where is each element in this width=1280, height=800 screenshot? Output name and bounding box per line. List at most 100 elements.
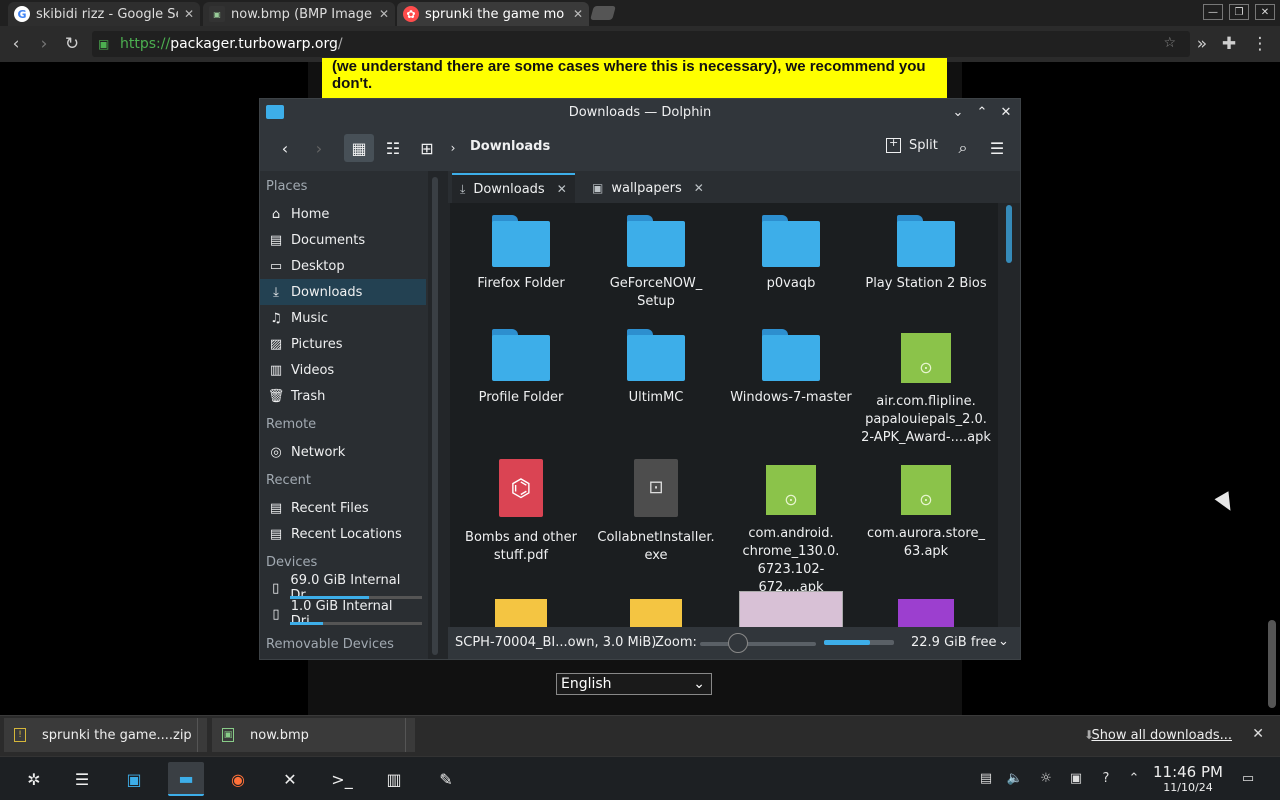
menu-icon[interactable]: ⋮ <box>1250 34 1270 54</box>
terminal-icon[interactable]: >_ <box>324 762 360 796</box>
file-item[interactable] <box>591 599 721 627</box>
new-tab-button[interactable] <box>590 6 616 20</box>
place-videos[interactable]: ▥ Videos <box>260 357 426 383</box>
breadcrumb-chevron-icon[interactable]: › <box>446 134 460 162</box>
show-desktop-icon[interactable]: ▭ <box>1240 770 1256 786</box>
file-item[interactable]: Profile Folder <box>456 329 586 407</box>
settings-icon[interactable]: ☰ <box>64 762 100 796</box>
file-item[interactable] <box>726 591 856 627</box>
place-pictures[interactable]: ▨ Pictures <box>260 331 426 357</box>
dolphin-task-icon[interactable]: ▬ <box>168 762 204 796</box>
places-scrollbar[interactable] <box>432 177 438 655</box>
chevron-down-icon[interactable]: ⌄ <box>998 634 1009 649</box>
close-tab-icon[interactable]: ✕ <box>557 182 567 196</box>
file-item[interactable]: UltimMC <box>591 329 721 407</box>
help-icon[interactable]: ? <box>1098 770 1114 786</box>
star-icon[interactable]: ☆ <box>1163 35 1176 51</box>
show-all-downloads-link[interactable]: Show all downloads... <box>1091 728 1232 743</box>
close-icon[interactable]: ✕ <box>379 7 389 21</box>
split-button[interactable]: Split <box>886 136 938 153</box>
browser-tab-google[interactable]: G skibidi rizz - Google Se ✕ <box>8 2 200 26</box>
store-icon[interactable]: ▣ <box>116 762 152 796</box>
place-recent-locations[interactable]: ▤ Recent Locations <box>260 521 426 547</box>
scrollbar-thumb[interactable] <box>1006 205 1012 263</box>
close-icon[interactable]: ✕ <box>573 7 583 21</box>
place-documents[interactable]: ▤ Documents <box>260 227 426 253</box>
address-bar[interactable]: ▣ https://packager.turbowarp.org / ☆ <box>92 31 1190 57</box>
brightness-icon[interactable]: ☼ <box>1038 770 1054 786</box>
file-item[interactable]: ⊙ com.aurora.store_ 63.apk <box>861 465 991 561</box>
firefox-icon[interactable]: ◉ <box>220 762 256 796</box>
browser-tab-sprunki[interactable]: ✿ sprunki the game mo ✕ <box>397 2 589 26</box>
storage-icon[interactable]: ▣ <box>1068 770 1084 786</box>
close-window-icon[interactable]: ✕ <box>1255 4 1275 20</box>
file-item[interactable]: ⊙ com.android. chrome_130.0. 6723.102-672… <box>726 465 856 597</box>
file-item[interactable]: GeForceNOW_ Setup <box>591 215 721 311</box>
place-network[interactable]: ◎ Network <box>260 439 426 465</box>
place-home[interactable]: ⌂ Home <box>260 201 426 227</box>
free-space-label[interactable]: 22.9 GiB free <box>911 635 996 650</box>
zoom-slider-handle[interactable] <box>728 633 748 653</box>
tab-downloads[interactable]: ⤓ Downloads ✕ <box>452 173 575 203</box>
language-select[interactable]: English ⌄ <box>556 673 712 695</box>
file-item[interactable] <box>456 599 586 627</box>
extensions-icon[interactable]: ✚ <box>1219 34 1239 54</box>
restore-icon[interactable]: ❐ <box>1229 4 1249 20</box>
file-item[interactable]: ⊙ air.com.flipline. papalouiepals_2.0. 2-… <box>861 333 991 447</box>
zoom-slider[interactable] <box>700 642 816 646</box>
close-tab-icon[interactable]: ✕ <box>694 181 704 195</box>
page-scrollbar[interactable] <box>1268 620 1276 708</box>
place-downloads[interactable]: ⤓ Downloads <box>260 279 426 305</box>
x-app-icon[interactable]: ✕ <box>272 762 308 796</box>
file-item[interactable]: Firefox Folder <box>456 215 586 293</box>
clock[interactable]: 11:46 PM 11/10/24 <box>1152 763 1224 794</box>
browser-tab-bmp[interactable]: ▣ now.bmp (BMP Image ✕ <box>203 2 395 26</box>
search-icon[interactable]: ⌕ <box>948 134 978 162</box>
back-icon[interactable]: ‹ <box>6 34 26 54</box>
dolphin-titlebar[interactable]: Downloads — Dolphin ⌄ ⌃ ✕ <box>260 99 1020 125</box>
browser-tabbar: G skibidi rizz - Google Se ✕ ▣ now.bmp (… <box>0 0 1280 26</box>
dolphin-tabs: ⤓ Downloads ✕ ▣ wallpapers ✕ <box>448 171 1020 203</box>
breadcrumb[interactable]: Downloads <box>470 139 550 154</box>
icons-view-icon[interactable]: ▦ <box>344 134 374 162</box>
free-space-bar <box>824 640 894 645</box>
download-item-zip[interactable]: ! sprunki the game....zip <box>4 718 207 752</box>
close-icon[interactable]: ✕ <box>996 102 1016 122</box>
compact-view-icon[interactable]: ☷ <box>378 134 408 162</box>
file-item[interactable]: p0vaqb <box>726 215 856 293</box>
archive-manager-icon[interactable]: ▥ <box>376 762 412 796</box>
file-item[interactable]: Play Station 2 Bios <box>861 215 991 293</box>
details-view-icon[interactable]: ⊞ <box>412 134 442 162</box>
minimize-icon[interactable]: ⌄ <box>948 102 968 122</box>
download-menu-arrow[interactable] <box>197 718 207 752</box>
back-icon[interactable]: ‹ <box>270 134 300 162</box>
file-item[interactable] <box>861 599 991 627</box>
file-item[interactable]: ⊡ CollabnetInstaller. exe <box>591 459 721 565</box>
file-item[interactable]: Windows-7-master <box>726 329 856 407</box>
close-icon[interactable]: ✕ <box>184 7 194 21</box>
place-desktop[interactable]: ▭ Desktop <box>260 253 426 279</box>
file-item[interactable]: ⌬ Bombs and other stuff.pdf <box>456 459 586 565</box>
place-recent-files[interactable]: ▤ Recent Files <box>260 495 426 521</box>
download-menu-arrow[interactable] <box>405 718 415 752</box>
close-icon[interactable]: ✕ <box>1252 726 1264 742</box>
hamburger-menu-icon[interactable]: ☰ <box>982 134 1012 162</box>
minimize-icon[interactable]: — <box>1203 4 1223 20</box>
extensions-overflow-icon[interactable]: » <box>1192 34 1212 54</box>
forward-icon[interactable]: › <box>304 134 334 162</box>
gimp-icon[interactable]: ✎ <box>428 762 464 796</box>
tab-wallpapers[interactable]: ▣ wallpapers ✕ <box>584 173 712 203</box>
tray-expand-icon[interactable]: ⌃ <box>1126 770 1142 786</box>
place-music[interactable]: ♫ Music <box>260 305 426 331</box>
reload-icon[interactable]: ↻ <box>62 34 82 54</box>
forward-icon[interactable]: › <box>34 34 54 54</box>
file-view-scrollbar[interactable] <box>1006 203 1012 627</box>
app-launcher-icon[interactable]: ✲ <box>16 762 52 796</box>
free-space-fill <box>824 640 871 645</box>
download-item-bmp[interactable]: ▣ now.bmp <box>212 718 415 752</box>
place-trash[interactable]: 🗑 Trash <box>260 383 426 409</box>
volume-muted-icon[interactable]: 🔈 <box>1007 770 1023 786</box>
folder-icon <box>897 215 955 267</box>
clipboard-icon[interactable]: ▤ <box>978 770 994 786</box>
maximize-icon[interactable]: ⌃ <box>972 102 992 122</box>
